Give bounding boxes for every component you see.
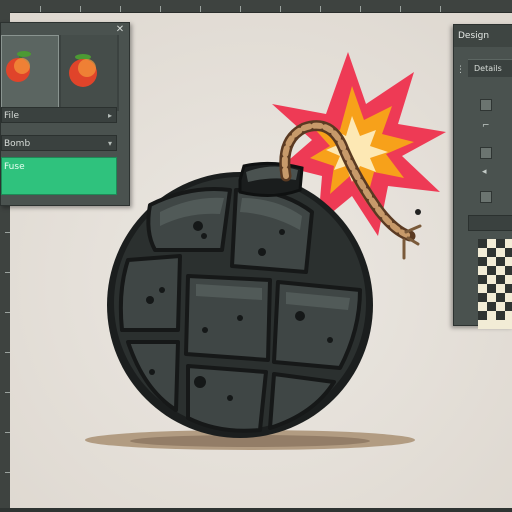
- chevron-right-icon: ▸: [107, 111, 112, 120]
- peach-icon: [6, 51, 31, 82]
- expand-icon[interactable]: ⋮: [456, 65, 465, 75]
- top-ruler[interactable]: [0, 0, 512, 13]
- close-icon[interactable]: ✕: [115, 25, 125, 35]
- tab-details[interactable]: Details: [468, 59, 512, 77]
- name-field-value: Bomb: [4, 139, 31, 149]
- name-field[interactable]: Bomb ▾: [1, 135, 117, 151]
- chevron-down-icon: ▾: [107, 139, 112, 148]
- property-row[interactable]: [468, 189, 512, 203]
- file-field-value: File: [4, 111, 20, 121]
- fuse-button[interactable]: Fuse: [1, 157, 117, 195]
- opacity-slider[interactable]: [468, 215, 512, 231]
- transparency-grid: [478, 239, 512, 329]
- fuse-button-label: Fuse: [4, 162, 25, 172]
- thumbnail-item[interactable]: [1, 35, 59, 113]
- design-panel: Design ⋮ Details ⌐ ◂: [453, 24, 512, 329]
- assets-panel: ✕ File ▸ Bomb ▾ Fuse: [0, 22, 130, 206]
- text-tool-icon[interactable]: ⌐: [482, 121, 490, 131]
- design-panel-title: Design: [454, 25, 512, 47]
- thumbnail-item[interactable]: [61, 35, 117, 111]
- property-row[interactable]: [468, 145, 512, 159]
- property-row[interactable]: [468, 97, 512, 111]
- thumbnail-strip: [1, 35, 119, 113]
- peach-icon: [69, 54, 97, 87]
- bottom-status-strip: [0, 508, 512, 512]
- align-icon[interactable]: ◂: [482, 167, 487, 177]
- file-field[interactable]: File ▸: [1, 107, 117, 123]
